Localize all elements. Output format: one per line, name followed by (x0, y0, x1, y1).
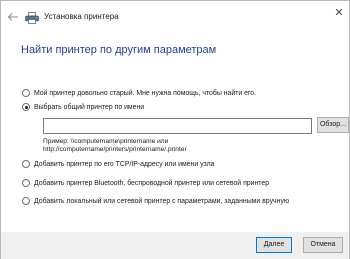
close-icon[interactable]: ✕ (333, 7, 345, 19)
example-line-2: http://computername/printers/printername… (43, 146, 187, 153)
shared-printer-name-input[interactable] (43, 118, 312, 134)
option-bluetooth-wireless[interactable]: Добавить принтер Bluetooth, беспроводной… (22, 177, 269, 189)
radio-manual-settings[interactable] (22, 197, 30, 205)
back-arrow-icon[interactable] (7, 12, 19, 22)
window-title: Установка принтера (44, 12, 119, 21)
radio-bluetooth-wireless[interactable] (22, 179, 30, 187)
option-label: Выбрать общий принтер по имени (34, 103, 145, 111)
option-label: Добавить принтер по его TCP/IP-адресу ил… (34, 160, 215, 168)
title-bar: Установка принтера ✕ (1, 1, 349, 33)
example-line-1: Пример: \\computername\printername или (43, 138, 169, 145)
option-manual-settings[interactable]: Добавить локальный или сетевой принтер с… (22, 195, 289, 207)
radio-old-printer[interactable] (22, 89, 30, 97)
option-tcp-ip[interactable]: Добавить принтер по его TCP/IP-адресу ил… (22, 158, 215, 170)
printer-icon (25, 11, 39, 24)
back-arrow-icon-svg (7, 13, 18, 21)
next-button[interactable]: Далее (256, 237, 292, 253)
option-label: Добавить принтер Bluetooth, беспроводной… (34, 179, 270, 187)
option-label: Мой принтер довольно старый. Мне нужна п… (34, 89, 257, 97)
option-shared-printer[interactable]: Выбрать общий принтер по имени (22, 101, 144, 113)
page-heading: Найти принтер по другим параметрам (21, 44, 217, 56)
example-text: Пример: \\computername\printername или h… (43, 138, 187, 154)
option-label: Добавить локальный или сетевой принтер с… (34, 197, 290, 205)
dialog-footer (1, 232, 349, 259)
radio-shared-printer[interactable] (22, 103, 30, 111)
printer-icon-svg (25, 12, 39, 24)
printer-setup-window: Установка принтера ✕ Найти принтер по др… (0, 0, 350, 259)
browse-button[interactable]: Обзор... (317, 117, 349, 133)
cancel-button[interactable]: Отмена (303, 237, 343, 253)
option-old-printer[interactable]: Мой принтер довольно старый. Мне нужна п… (22, 87, 256, 99)
radio-tcp-ip[interactable] (22, 160, 30, 168)
